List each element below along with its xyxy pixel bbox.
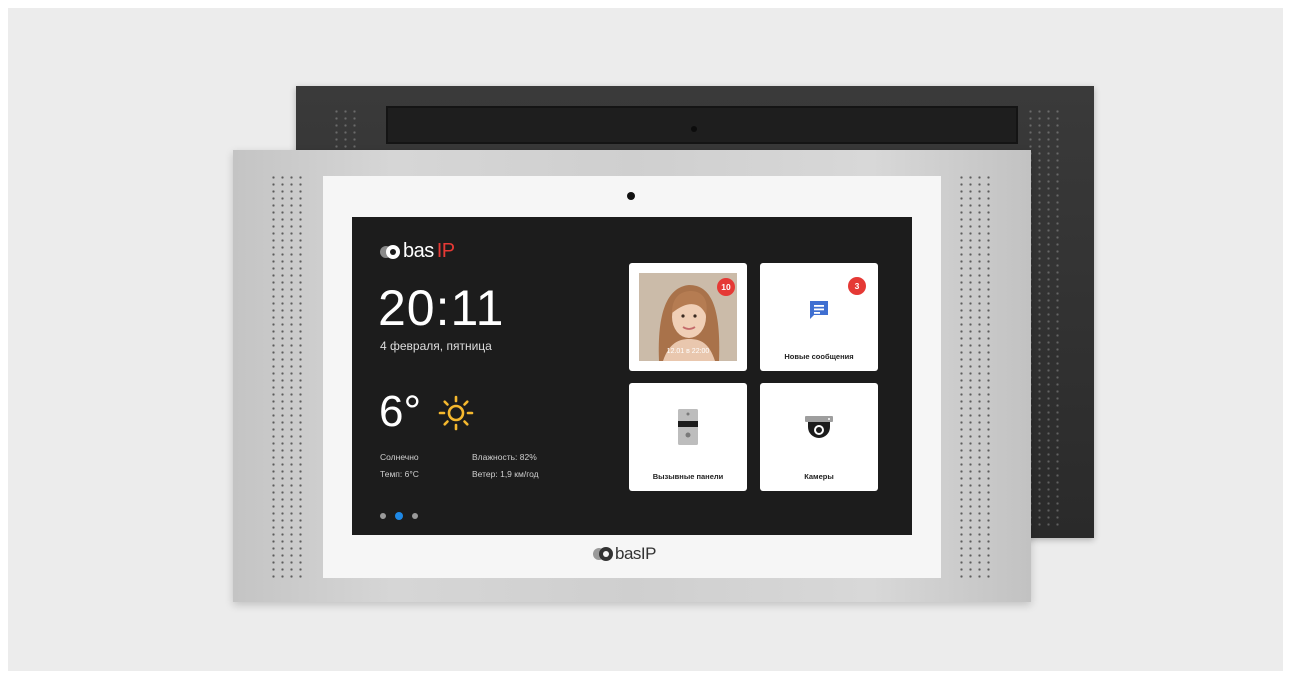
call-panels-label: Вызывные панели (652, 472, 724, 481)
call-panel-icon (678, 409, 698, 445)
clock-time: 20:11 (378, 280, 505, 336)
bezel-logo: basIP (593, 544, 656, 564)
brand-prefix: bas (403, 240, 434, 262)
brand-logo: bas IP (380, 240, 455, 263)
intercom-history-tile[interactable]: 12.01 в 22:00 10 (629, 263, 747, 371)
weather-humidity: Влажность: 82% (472, 452, 537, 462)
brand-suffix: IP (436, 240, 455, 262)
message-icon (810, 301, 828, 319)
cameras-label: Камеры (804, 472, 834, 481)
messages-label: Новые сообщения (784, 352, 854, 361)
speaker-grille-right (957, 174, 993, 578)
speaker-grille-right (1026, 108, 1062, 528)
weather-condition: Солнечно (380, 452, 419, 462)
weather-temp-detail: Темп: 6°C (380, 469, 419, 479)
new-messages-badge: 3 (848, 277, 866, 295)
intercom-device-silver: bas IP 20:11 4 февраля, пятница 6° Солне… (233, 150, 1031, 602)
screen-bezel: bas IP 20:11 4 февраля, пятница 6° Солне… (323, 176, 941, 578)
camera-icon (805, 416, 833, 438)
camera-lens-icon (627, 192, 635, 200)
visitor-photo-time: 12.01 в 22:00 (666, 348, 710, 355)
home-screen: bas IP 20:11 4 февраля, пятница 6° Солне… (352, 217, 912, 535)
sun-icon (438, 395, 474, 431)
missed-calls-badge: 10 (717, 278, 735, 296)
page-dot-active[interactable] (395, 512, 403, 520)
logo-icon (380, 244, 400, 259)
cameras-tile[interactable]: Камеры (760, 383, 878, 491)
page-indicator[interactable] (380, 512, 418, 520)
device-screen-black (386, 106, 1018, 144)
logo-icon (593, 547, 613, 561)
speaker-grille-left (269, 174, 305, 578)
page-dot[interactable] (380, 513, 386, 519)
clock-date: 4 февраля, пятница (380, 339, 492, 353)
call-panels-tile[interactable]: Вызывные панели (629, 383, 747, 491)
bezel-logo-text: basIP (615, 544, 656, 563)
speaker-grille-left (332, 108, 360, 156)
camera-lens-icon (691, 126, 697, 132)
page-dot[interactable] (412, 513, 418, 519)
weather-temperature: 6° (379, 387, 422, 436)
weather-wind: Ветер: 1,9 км/год (472, 469, 539, 479)
messages-tile[interactable]: 3 Новые сообщения (760, 263, 878, 371)
